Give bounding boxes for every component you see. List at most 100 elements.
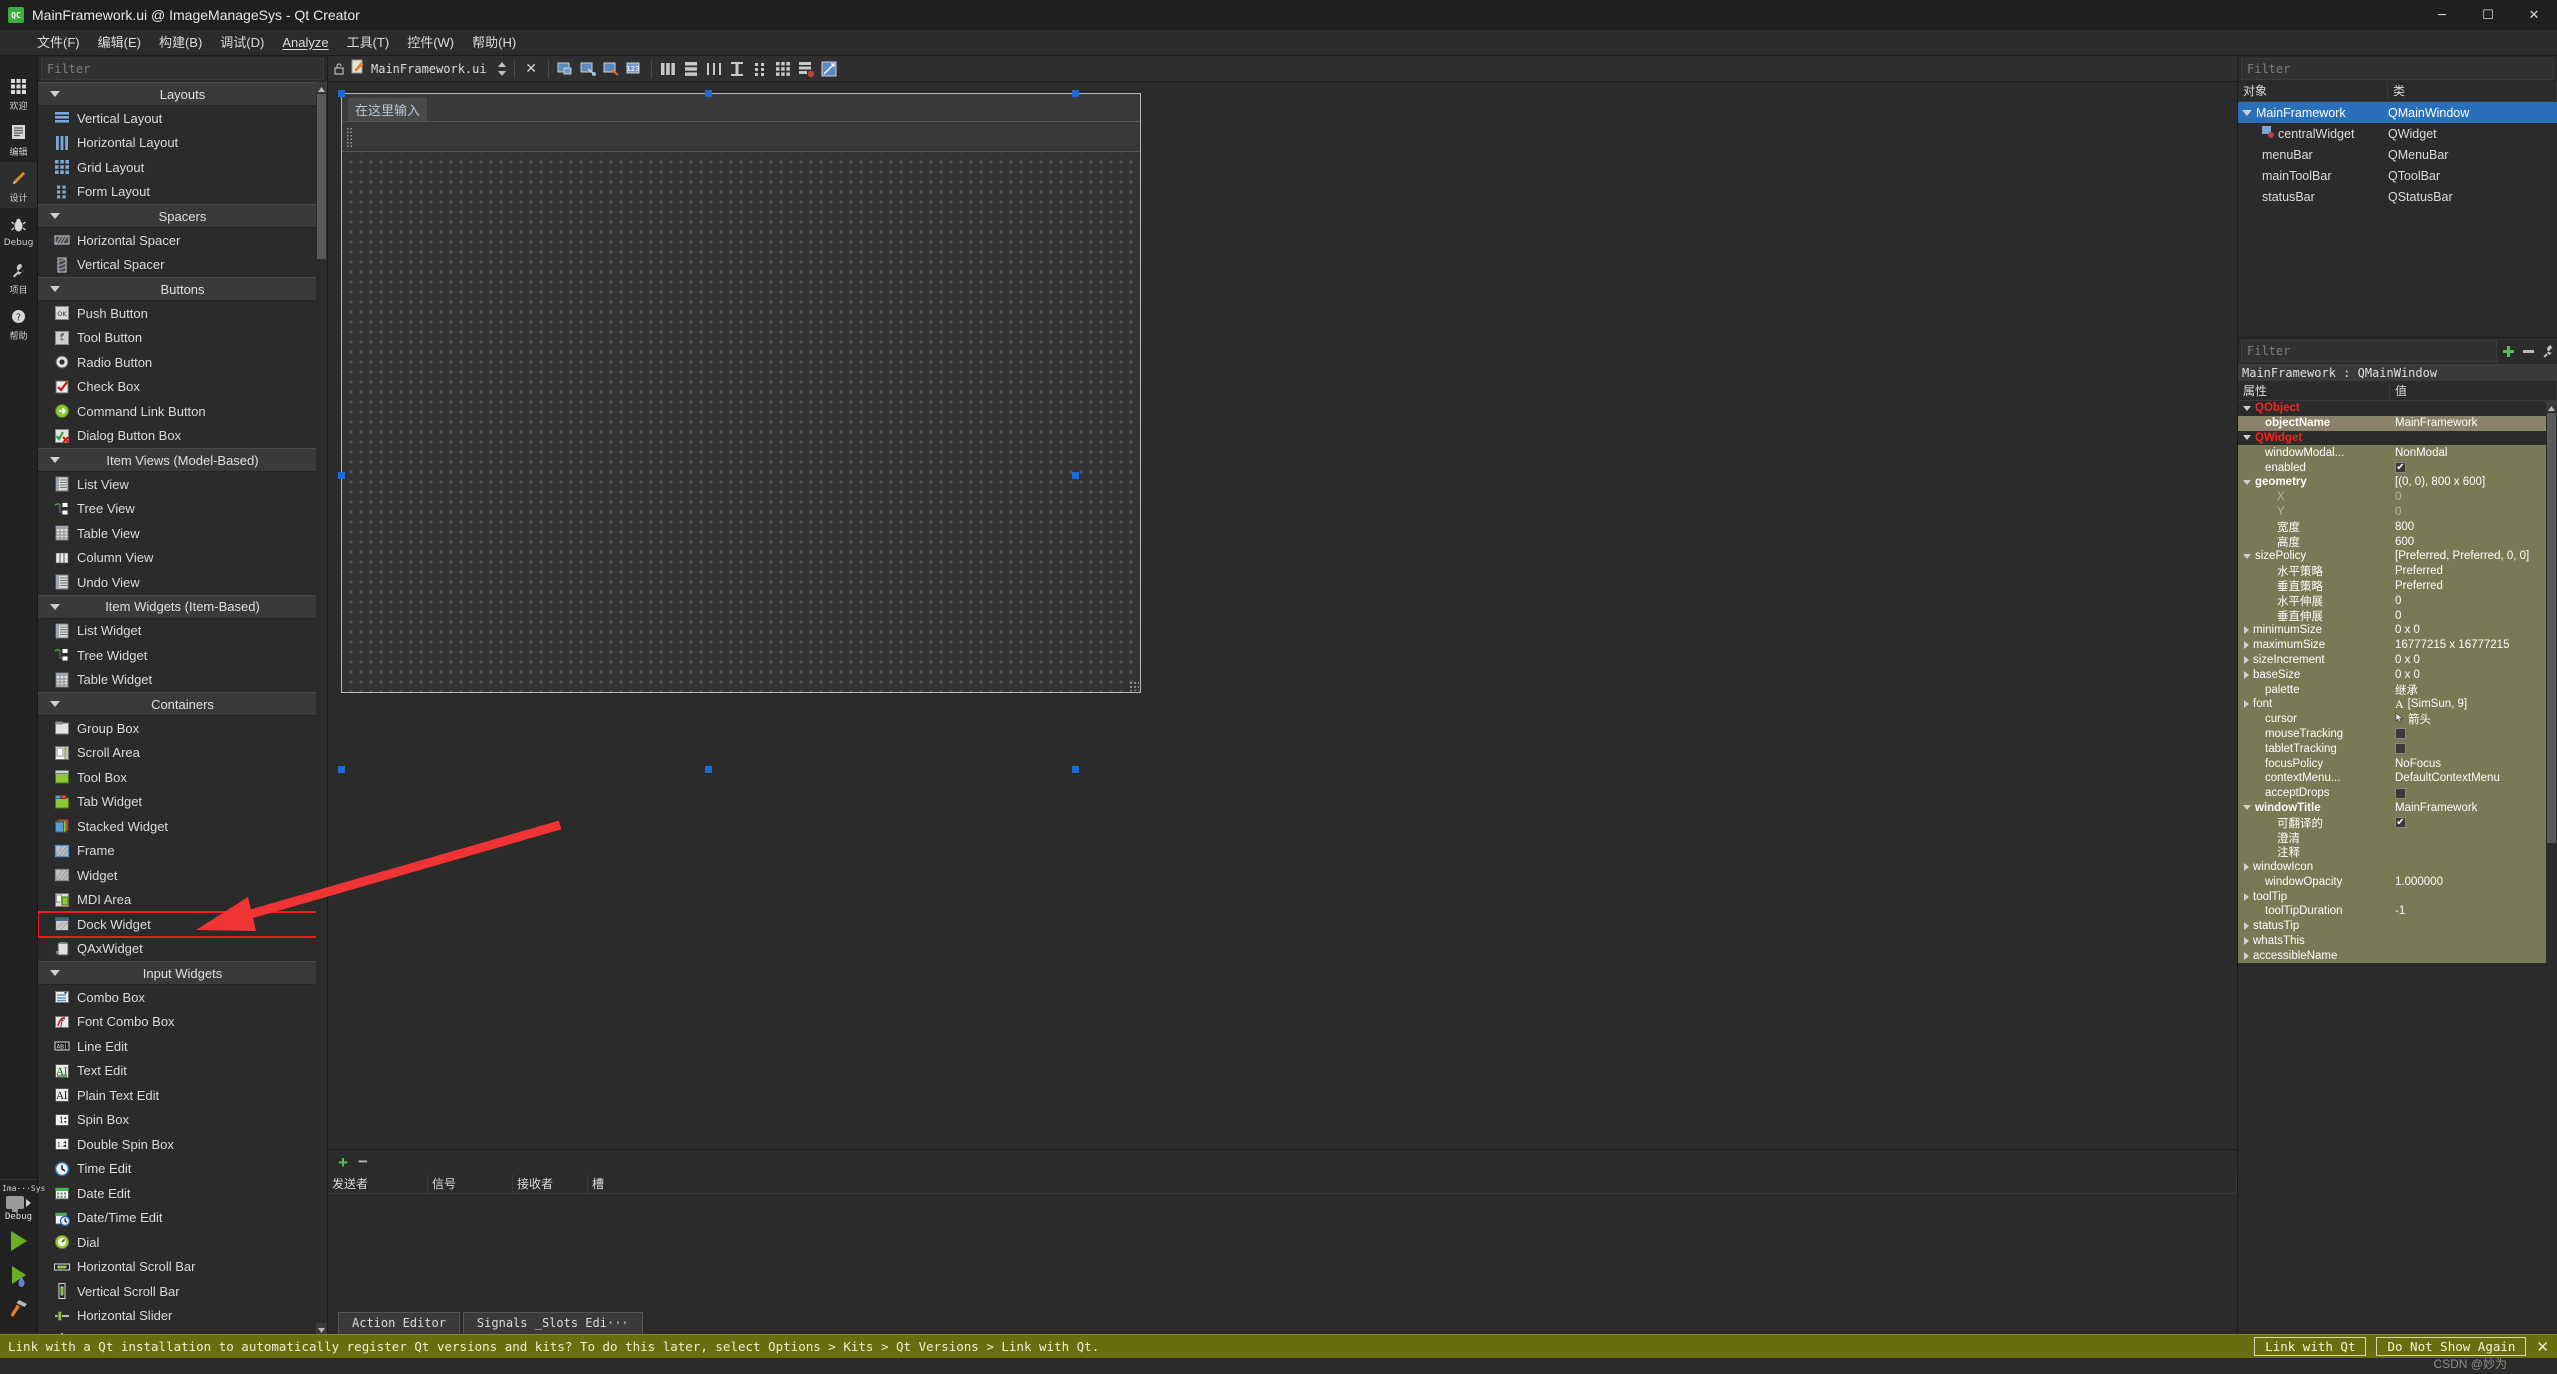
chevron-down-icon[interactable] [2243, 479, 2251, 485]
object-column-name[interactable]: 对象 [2238, 82, 2388, 101]
property-row[interactable]: 水平策略 Preferred [2238, 563, 2557, 579]
property-row[interactable]: 可翻译的 ✔ [2238, 815, 2557, 831]
chevron-right-icon[interactable] [2244, 922, 2249, 931]
mode-edit[interactable]: 编辑 [0, 116, 37, 162]
form-menu-bar[interactable]: 在这里输入 [342, 94, 1140, 122]
property-value-cell[interactable]: 1.000000 [2390, 876, 2557, 888]
selection-handle-tc[interactable] [1072, 90, 1079, 97]
property-row[interactable]: geometry [(0, 0), 800 x 600] [2238, 474, 2557, 490]
remove-connection-button[interactable]: − [358, 1153, 368, 1170]
property-row[interactable]: font A [SimSun, 9] [2238, 697, 2557, 712]
checkbox-unchecked-icon[interactable] [2395, 787, 2406, 799]
object-tree-row[interactable]: menuBar QMenuBar [2238, 144, 2557, 165]
property-scroll-thumb[interactable] [2547, 413, 2556, 843]
property-row[interactable]: 注释 [2238, 844, 2557, 860]
widget-item-push-button[interactable]: OK Push Button [38, 301, 327, 326]
chevron-right-icon[interactable] [2244, 655, 2249, 664]
widget-item-table-widget[interactable]: Table Widget [38, 668, 327, 693]
form-canvas[interactable]: 在这里输入 [328, 82, 2237, 1149]
widget-item-grid-layout[interactable]: Grid Layout [38, 155, 327, 180]
menu-debug[interactable]: 调试(D) [211, 30, 273, 56]
object-tree-row[interactable]: statusBar QStatusBar [2238, 186, 2557, 207]
property-row[interactable]: X0 [2238, 489, 2557, 505]
mode-projects[interactable]: 项目 [0, 254, 37, 300]
form-central-widget[interactable] [342, 153, 1140, 692]
selection-handle-tc2[interactable] [705, 90, 712, 97]
checkbox-unchecked-icon[interactable] [2395, 743, 2406, 755]
chevron-right-icon[interactable] [2244, 951, 2249, 960]
property-value-cell[interactable]: 继承 [2390, 682, 2557, 698]
tab-signals-slots-editor[interactable]: Signals _Slots Edi··· [462, 1312, 643, 1334]
widget-item-date-edit[interactable]: Date Edit [38, 1181, 327, 1206]
edit-tab-order-button[interactable]: 123 [625, 59, 644, 78]
property-row[interactable]: sizeIncrement 0 x 0 [2238, 652, 2557, 668]
mode-design[interactable]: 设计 [0, 162, 37, 208]
property-row[interactable]: mouseTracking [2238, 726, 2557, 742]
chevron-right-icon[interactable] [2244, 641, 2249, 650]
document-dropdown-arrows[interactable] [497, 61, 507, 76]
form-menu-placeholder[interactable]: 在这里输入 [348, 98, 428, 121]
widget-category-buttons[interactable]: Buttons [38, 277, 327, 301]
chevron-down-icon[interactable] [2242, 109, 2252, 116]
selection-handle-br[interactable] [1072, 766, 1079, 773]
widget-category-layouts[interactable]: Layouts [38, 82, 327, 106]
property-row[interactable]: windowIcon [2238, 859, 2557, 875]
widget-item-dock-widget[interactable]: Dock Widget [38, 911, 327, 938]
add-dynamic-property-button[interactable] [2499, 341, 2517, 361]
widget-item-dialog-button-box[interactable]: Dialog Button Box [38, 424, 327, 449]
property-row[interactable]: acceptDrops [2238, 785, 2557, 801]
widget-item-horizontal-scroll-bar[interactable]: Horizontal Scroll Bar [38, 1255, 327, 1280]
configure-property-editor-button[interactable] [2539, 341, 2557, 361]
menu-help[interactable]: 帮助(H) [463, 30, 525, 56]
widget-item-table-view[interactable]: Table View [38, 521, 327, 546]
property-row[interactable]: palette 继承 [2238, 682, 2557, 697]
edit-signals-slots-button[interactable] [579, 59, 598, 78]
tab-action-editor[interactable]: Action Editor [338, 1312, 460, 1334]
property-row[interactable]: Y0 [2238, 504, 2557, 520]
kit-selector[interactable]: Ima···Sys Debug [0, 1179, 45, 1224]
checkbox-unchecked-icon[interactable] [2395, 728, 2406, 740]
property-row[interactable]: QWidget [2238, 430, 2557, 446]
property-row[interactable]: enabled ✔ [2238, 460, 2557, 475]
property-value-cell[interactable]: [(0, 0), 800 x 600] [2390, 476, 2557, 488]
property-value-cell[interactable]: MainFramework [2390, 417, 2557, 429]
property-row[interactable]: objectName MainFramework [2238, 415, 2557, 431]
property-row[interactable]: 垂直伸展 0 [2238, 608, 2557, 623]
menu-edit[interactable]: 编辑(E) [89, 30, 150, 56]
property-value-cell[interactable]: NonModal [2390, 447, 2557, 459]
column-slot[interactable]: 槽 [588, 1174, 2237, 1193]
layout-form-button[interactable] [751, 59, 770, 78]
property-row[interactable]: whatsThis [2238, 933, 2557, 949]
widget-item-radio-button[interactable]: Radio Button [38, 350, 327, 375]
object-tree-row[interactable]: centralWidget QWidget [2238, 123, 2557, 144]
property-column-name[interactable]: 属性 [2238, 382, 2390, 400]
widget-item-list-view[interactable]: List View [38, 472, 327, 497]
widget-category-containers[interactable]: Containers [38, 692, 327, 716]
property-row[interactable]: sizePolicy [Preferred, Preferred, 0, 0] [2238, 548, 2557, 564]
do-not-show-again-button[interactable]: Do Not Show Again [2376, 1337, 2527, 1356]
chevron-right-icon[interactable] [2244, 937, 2249, 946]
layout-vertically-button[interactable] [682, 59, 701, 78]
property-row[interactable]: focusPolicy NoFocus [2238, 756, 2557, 771]
menu-widget[interactable]: 控件(W) [398, 30, 463, 56]
designed-form-window[interactable]: 在这里输入 [341, 93, 1141, 693]
widget-item-tool-box[interactable]: Tool Box [38, 765, 327, 790]
property-value-cell[interactable]: 600 [2390, 536, 2557, 548]
run-button[interactable] [0, 1224, 37, 1258]
property-value-cell[interactable]: 箭头 [2390, 711, 2557, 727]
widget-item-qaxwidget[interactable]: x QAxWidget [38, 937, 327, 962]
layout-splitter-vertical-button[interactable] [728, 59, 747, 78]
widget-item-combo-box[interactable]: Combo Box [38, 985, 327, 1010]
selection-handle-ml[interactable] [338, 472, 345, 479]
chevron-right-icon[interactable] [2244, 670, 2249, 679]
property-value-cell[interactable]: ✔ [2390, 462, 2557, 474]
widget-item-tree-widget[interactable]: Tree Widget [38, 643, 327, 668]
property-row[interactable]: cursor 箭头 [2238, 711, 2557, 727]
open-document-name[interactable]: MainFramework.ui [371, 62, 487, 76]
widget-item-dial[interactable]: Dial [38, 1230, 327, 1255]
widget-category-input-widgets[interactable]: Input Widgets [38, 961, 327, 985]
mode-debug[interactable]: Debug [0, 208, 37, 254]
widget-item-column-view[interactable]: Column View [38, 546, 327, 571]
column-receiver[interactable]: 接收者 [513, 1174, 588, 1193]
mode-help[interactable]: ? 帮助 [0, 300, 37, 346]
